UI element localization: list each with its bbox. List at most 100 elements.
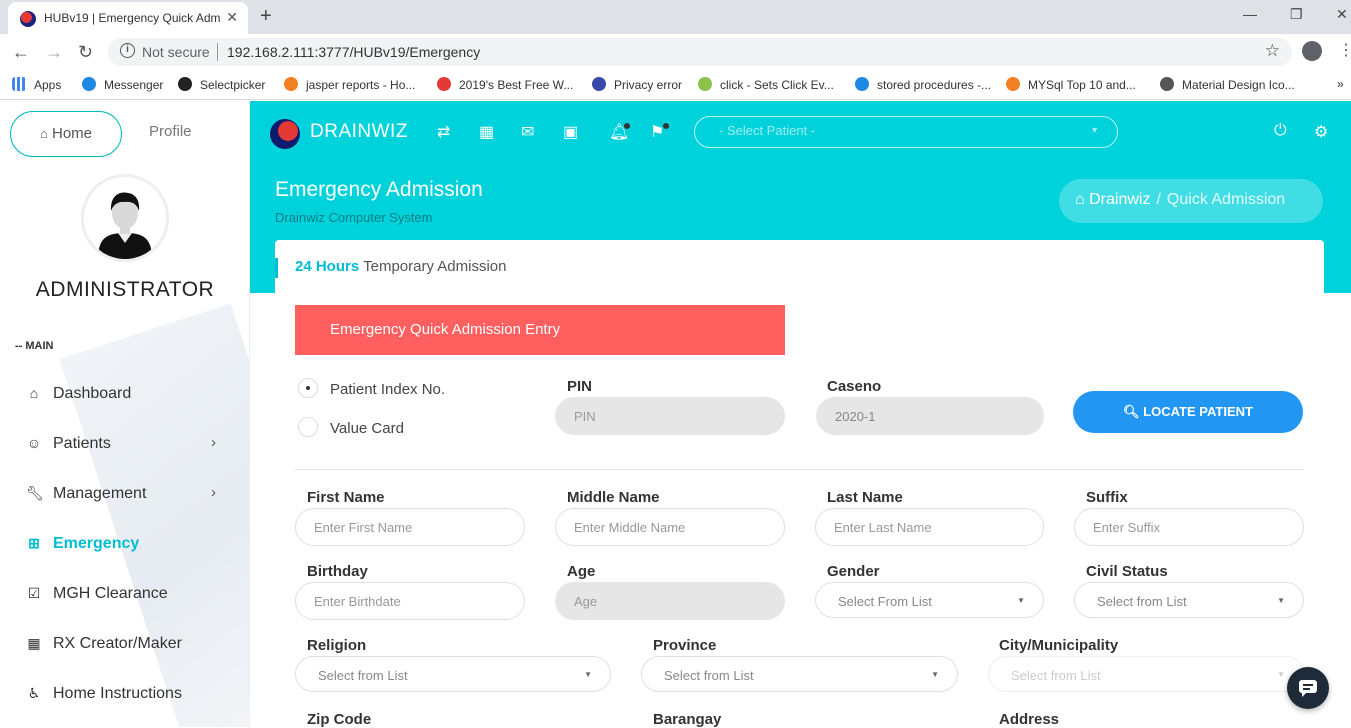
province-select-value: Select from List [664, 668, 754, 683]
globe-icon [592, 77, 606, 91]
pin-input[interactable]: PIN [555, 397, 785, 435]
section-label: -- MAIN [15, 340, 54, 352]
url-text[interactable]: 192.168.2.111:3777/HUBv19/Emergency [227, 44, 480, 60]
omnibox[interactable]: i Not secure 192.168.2.111:3777/HUBv19/E… [108, 38, 1292, 66]
card-title-bold: 24 Hours [295, 258, 360, 275]
sidebar-item-rx-creator-maker[interactable]: ▦ RX Creator/Maker [26, 632, 226, 662]
middle-name-label: Middle Name [567, 489, 660, 506]
chevron-right-icon: › [211, 434, 216, 451]
db-icon [855, 77, 869, 91]
radio-patient-index-label[interactable]: Patient Index No. [330, 381, 445, 398]
browser-tab[interactable]: HUBv19 | Emergency Quick Adm ✕ [8, 2, 248, 34]
bookmark-label: Apps [34, 78, 62, 92]
gear-icon[interactable]: ⚙ [1314, 122, 1328, 142]
favicon-icon [20, 11, 36, 27]
address-label: Address [999, 711, 1060, 728]
forward-icon[interactable]: → [45, 42, 63, 63]
civil-status-select[interactable]: Select from List ▼ [1074, 582, 1304, 618]
city-select-value: Select from List [1011, 668, 1101, 683]
not-secure-label: Not secure [142, 44, 210, 60]
chevron-right-icon: › [211, 484, 216, 501]
sidebar-item-label: RX Creator/Maker [53, 635, 182, 652]
restore-icon[interactable]: ❐ [1290, 6, 1303, 23]
profile-button[interactable]: Profile [149, 123, 192, 140]
age-input[interactable]: Age [555, 582, 785, 620]
menu-kebab-icon[interactable]: ⋮ [1338, 40, 1351, 60]
bookmark-item[interactable]: Privacy error [592, 77, 682, 92]
sidebar-item-label: Dashboard [53, 385, 132, 402]
bookmark-item[interactable]: jasper reports - Ho... [284, 77, 415, 92]
id-card-icon[interactable]: ▣ [563, 122, 578, 142]
barangay-label: Barangay [653, 711, 722, 728]
bookmark-item[interactable]: stored procedures -... [855, 77, 991, 92]
bookmark-item[interactable]: MYSql Top 10 and... [1006, 77, 1136, 92]
bookmark-item[interactable]: 2019's Best Free W... [437, 77, 573, 92]
sidebar-item-dashboard[interactable]: ⌂ Dashboard [26, 382, 226, 412]
gender-select-value: Select From List [838, 594, 932, 609]
sidebar-item-label: Management [53, 485, 147, 502]
bookmark-star-icon[interactable]: ☆ [1265, 41, 1280, 61]
last-name-input[interactable]: Enter Last Name [815, 508, 1044, 546]
patient-select[interactable]: - Select Patient - ▼ [694, 116, 1118, 148]
city-select[interactable]: Select from List ▼ [988, 656, 1304, 692]
bookmark-label: 2019's Best Free W... [459, 78, 574, 92]
bookmark-item[interactable]: click - Sets Click Ev... [698, 77, 834, 92]
birthday-label: Birthday [307, 563, 368, 580]
entry-banner: Emergency Quick Admission Entry [295, 305, 785, 355]
chat-button[interactable] [1287, 667, 1329, 709]
radio-patient-index[interactable] [298, 378, 318, 398]
city-label: City/Municipality [999, 637, 1119, 654]
locate-patient-button[interactable]: 🔍︎ LOCATE PATIENT [1073, 391, 1303, 433]
account-icon[interactable] [1302, 41, 1322, 61]
patient-select-value: - Select Patient - [719, 123, 816, 138]
tab-title: HUBv19 | Emergency Quick Adm [44, 11, 221, 25]
radio-value-card-label[interactable]: Value Card [330, 420, 404, 437]
last-name-label: Last Name [827, 489, 903, 506]
power-icon[interactable]: ⏻ [1274, 122, 1287, 140]
info-icon[interactable]: i [120, 43, 135, 58]
suffix-input[interactable]: Enter Suffix [1074, 508, 1304, 546]
religion-select[interactable]: Select from List ▼ [295, 656, 611, 692]
province-select[interactable]: Select from List ▼ [641, 656, 958, 692]
middle-name-input[interactable]: Enter Middle Name [555, 508, 785, 546]
caseno-input[interactable]: 2020-1 [816, 397, 1044, 435]
new-tab-icon[interactable]: + [260, 5, 272, 28]
brand-name[interactable]: DRAINWIZ [310, 121, 408, 143]
minimize-icon[interactable]: — [1243, 6, 1257, 22]
bookmark-item[interactable]: Apps [12, 77, 61, 92]
admission-card: 24 Hours Temporary Admission Emergency Q… [275, 240, 1324, 728]
sidebar-item-home-instructions[interactable]: ♿︎ Home Instructions [26, 682, 226, 712]
bookmark-item[interactable]: Material Design Ico... [1160, 77, 1295, 92]
sidebar-item-label: Home Instructions [53, 685, 182, 702]
home-button[interactable]: ⌂ Home [10, 111, 122, 157]
back-icon[interactable]: ← [12, 42, 30, 63]
radio-value-card[interactable] [298, 417, 318, 437]
birthday-input[interactable]: Enter Birthdate [295, 582, 525, 620]
mail-icon[interactable]: ✉ [521, 122, 534, 142]
bookmark-item[interactable]: Selectpicker [178, 77, 265, 92]
swap-icon[interactable]: ⇄ [437, 122, 450, 142]
gender-select[interactable]: Select From List ▼ [815, 582, 1044, 618]
sidebar-item-patients[interactable]: ☺ Patients › [26, 432, 226, 462]
sidebar-item-emergency[interactable]: ⊞ Emergency [26, 532, 226, 562]
bookmark-label: jasper reports - Ho... [306, 78, 416, 92]
bookmark-label: Privacy error [614, 78, 683, 92]
breadcrumb-home[interactable]: ⌂ Drainwiz [1075, 191, 1150, 208]
search-icon: 🔍︎ [1123, 404, 1140, 419]
sidebar-item-label: Emergency [53, 535, 140, 552]
bookmark-item[interactable]: Messenger [82, 77, 163, 92]
close-window-icon[interactable]: ✕ [1336, 6, 1348, 23]
flag-dot [663, 123, 669, 129]
calendar-icon[interactable]: ▦ [479, 122, 494, 142]
home-icon: ⌂ [39, 126, 48, 141]
divider [295, 469, 1304, 470]
bookmarks-bar: Apps Messenger Selectpicker jasper reports … [0, 70, 1351, 100]
close-tab-icon[interactable]: ✕ [226, 9, 238, 26]
reload-icon[interactable]: ↻ [78, 42, 93, 63]
sidebar-item-mgh-clearance[interactable]: ☑ MGH Clearance [26, 582, 226, 612]
more-bookmarks-icon[interactable]: » [1337, 77, 1344, 91]
first-name-input[interactable]: Enter First Name [295, 508, 525, 546]
check-square-icon: ☑ [27, 585, 41, 601]
sidebar-item-management[interactable]: 🔧︎ Management › [26, 482, 226, 512]
chat-line [1303, 684, 1313, 686]
